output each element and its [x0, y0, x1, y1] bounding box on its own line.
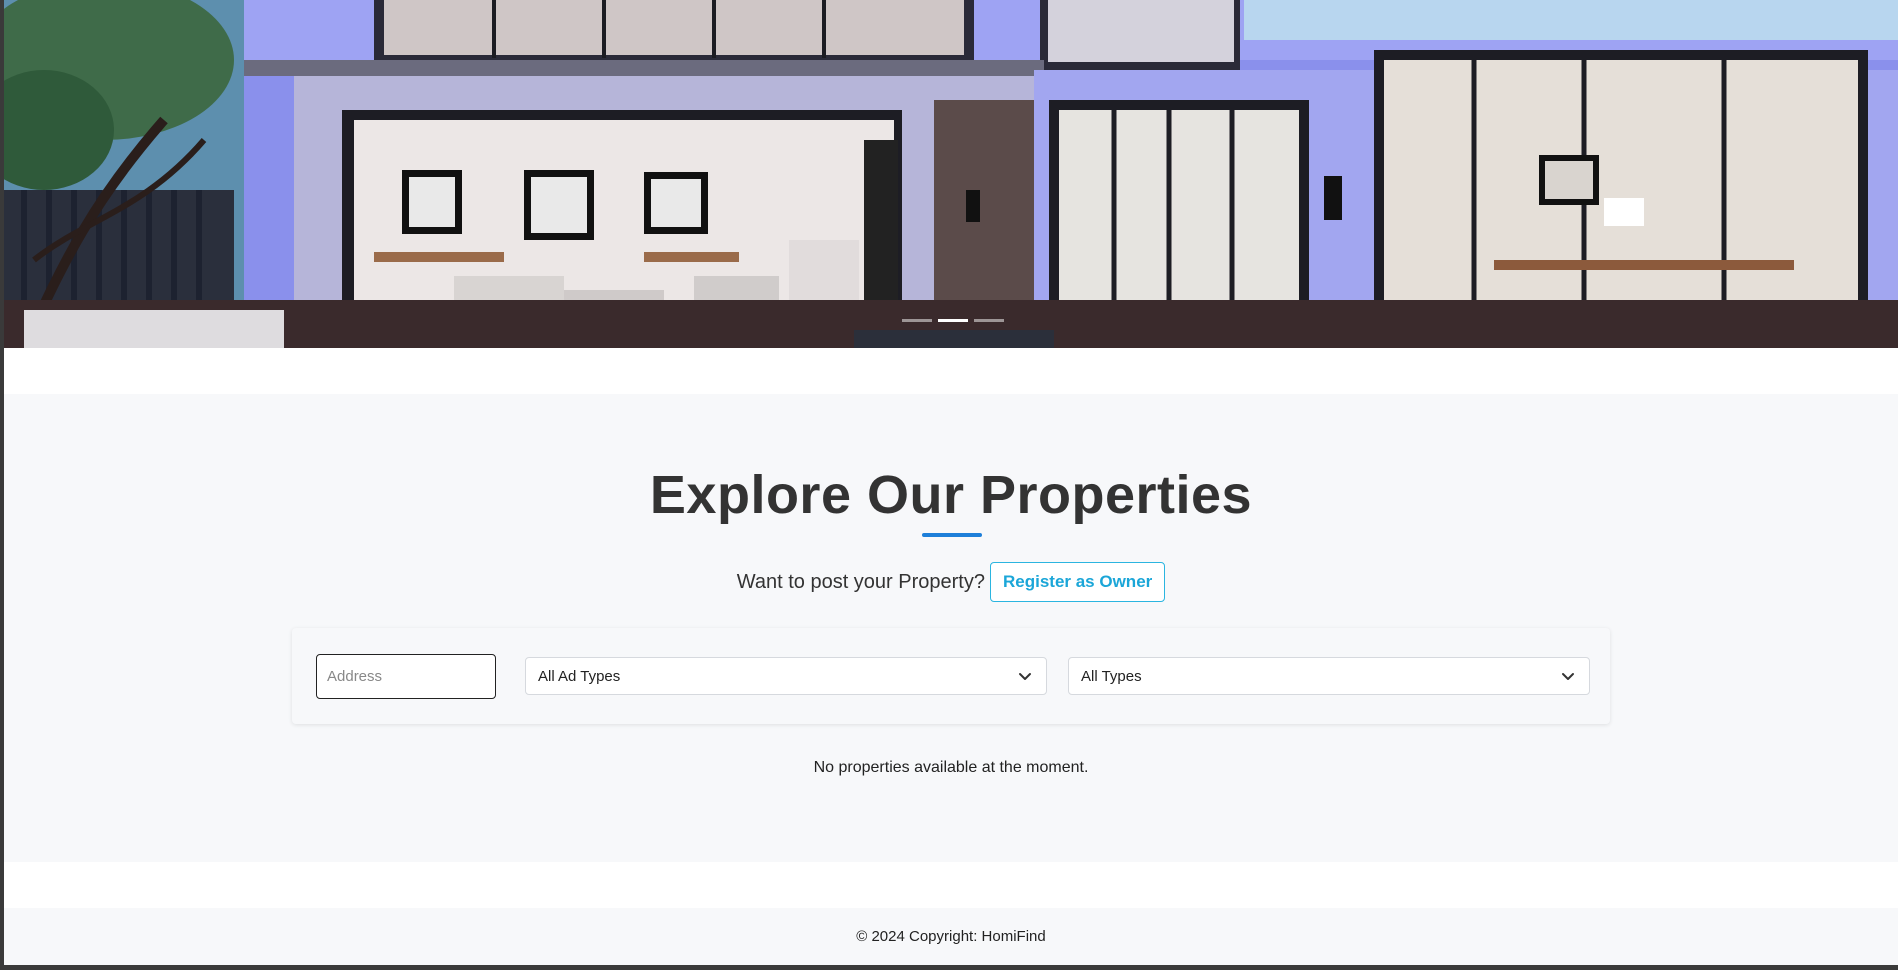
filter-bar: All Ad Types All Types	[292, 628, 1610, 724]
hero-image	[4, 0, 1898, 348]
page-title: Explore Our Properties	[649, 465, 1253, 525]
address-input[interactable]	[316, 654, 496, 699]
ad-type-select[interactable]: All Ad Types	[525, 657, 1047, 695]
carousel-indicators	[902, 319, 1004, 322]
carousel-indicator-2[interactable]	[938, 319, 968, 322]
hero-carousel	[4, 0, 1898, 348]
footer: © 2024 Copyright: HomiFind	[4, 908, 1898, 965]
chevron-down-icon	[1018, 669, 1032, 683]
ad-type-select-value: All Ad Types	[538, 667, 621, 685]
property-type-select[interactable]: All Types	[1068, 657, 1590, 695]
copyright-text: © 2024 Copyright: HomiFind	[856, 928, 1046, 945]
page: Explore Our Properties Want to post your…	[4, 0, 1898, 965]
carousel-indicator-1[interactable]	[902, 319, 932, 322]
carousel-indicator-3[interactable]	[974, 319, 1004, 322]
chevron-down-icon	[1561, 669, 1575, 683]
empty-message: No properties available at the moment.	[813, 759, 1089, 776]
cta-text: Want to post your Property?	[736, 570, 985, 593]
properties-section: Explore Our Properties Want to post your…	[4, 394, 1898, 862]
property-type-select-value: All Types	[1081, 667, 1142, 685]
title-underline	[922, 533, 982, 537]
register-owner-button[interactable]: Register as Owner	[989, 562, 1166, 602]
owner-cta: Want to post your Property? Register as …	[4, 562, 1898, 602]
